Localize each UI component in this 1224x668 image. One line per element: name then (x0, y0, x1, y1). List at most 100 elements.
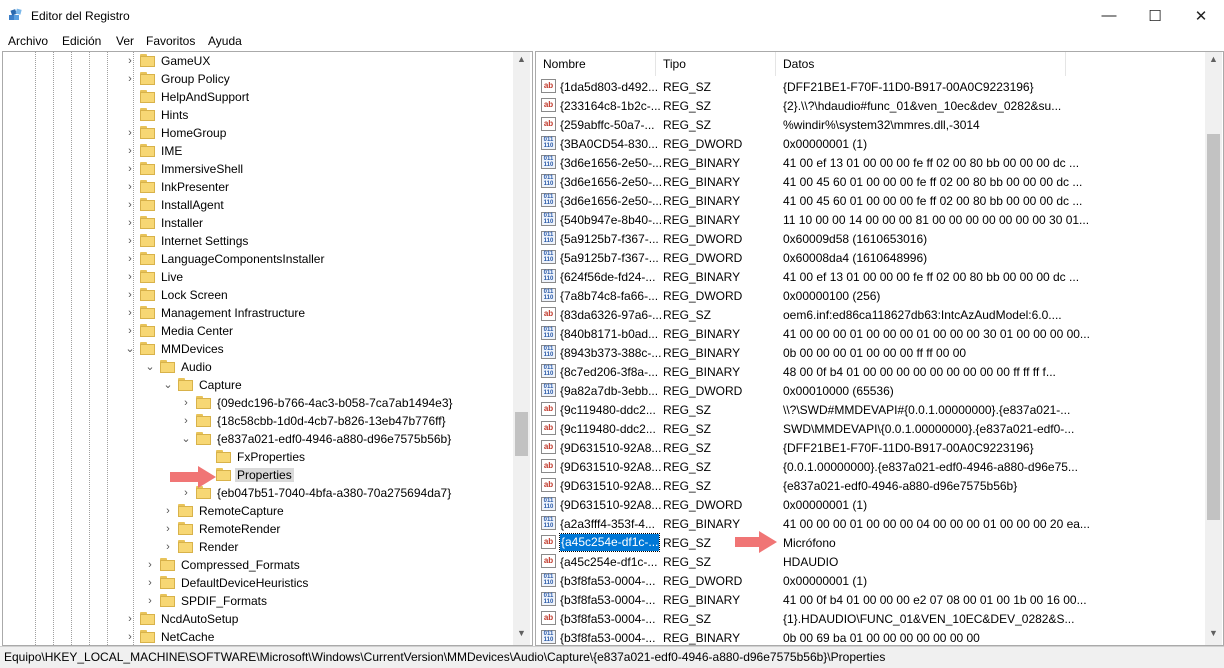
value-row[interactable]: 011 110 {5a9125b7-f367-... REG_DWORD 0x6000… (536, 248, 1206, 267)
value-row[interactable]: 011 110 {a2a3fff4-353f-4... REG_BINARY 41 0… (536, 514, 1206, 533)
tree-item[interactable]: › RemoteRender (3, 520, 513, 538)
value-row[interactable]: ab {259abffc-50a7-... REG_SZ %windir%\syste… (536, 115, 1206, 134)
tree-item[interactable]: HelpAndSupport (3, 88, 513, 106)
value-row[interactable]: ab {1da5d803-d492... REG_SZ {DFF21BE1-F70F-… (536, 77, 1206, 96)
menu-ayuda[interactable]: Ayuda (208, 34, 242, 48)
minimize-button[interactable]: — (1086, 0, 1132, 31)
tree-item[interactable]: › NetCache (3, 628, 513, 645)
chevron-right-icon[interactable]: › (145, 577, 155, 589)
tree-item[interactable]: › HomeGroup (3, 124, 513, 142)
value-row[interactable]: 011 110 {9D631510-92A8... REG_DWORD 0x00000… (536, 495, 1206, 514)
value-row[interactable]: ab {9D631510-92A8... REG_SZ {DFF21BE1-F70F-… (536, 438, 1206, 457)
tree-item[interactable]: › NcdAutoSetup (3, 610, 513, 628)
value-row[interactable]: ab {a45c254e-df1c-... REG_SZ Micrófono (536, 533, 1206, 552)
value-row[interactable]: 011 110 {3d6e1656-2e50-... REG_BINARY 41 00… (536, 153, 1206, 172)
value-row[interactable]: 011 110 {7a8b74c8-fa66-... REG_DWORD 0x0000… (536, 286, 1206, 305)
tree-scroll-thumb[interactable] (515, 412, 528, 456)
value-row[interactable]: ab {83da6326-97a6-... REG_SZ oem6.inf:ed86c… (536, 305, 1206, 324)
scroll-down-arrow-icon[interactable]: ▼ (1205, 628, 1222, 638)
chevron-right-icon[interactable]: › (125, 163, 135, 175)
value-row[interactable]: 011 110 {9a82a7db-3ebb... REG_DWORD 0x00010… (536, 381, 1206, 400)
tree-scrollbar[interactable]: ▲ ▼ (513, 52, 530, 645)
value-row[interactable]: 011 110 {b3f8fa53-0004-... REG_BINARY 0b 00… (536, 628, 1206, 645)
chevron-right-icon[interactable]: › (125, 289, 135, 301)
list-scroll-thumb[interactable] (1207, 134, 1220, 520)
value-row[interactable]: ab {9c119480-ddc2... REG_SZ SWD\MMDEVAPI\{0… (536, 419, 1206, 438)
value-row[interactable]: 011 110 {8943b373-388c-... REG_BINARY 0b 00… (536, 343, 1206, 362)
menu-favoritos[interactable]: Favoritos (146, 34, 195, 48)
chevron-right-icon[interactable]: › (125, 253, 135, 265)
tree-item[interactable]: › Group Policy (3, 70, 513, 88)
chevron-right-icon[interactable]: › (145, 595, 155, 607)
chevron-right-icon[interactable]: › (125, 271, 135, 283)
tree-item[interactable]: › Compressed_Formats (3, 556, 513, 574)
value-row[interactable]: 011 110 {b3f8fa53-0004-... REG_DWORD 0x0000… (536, 571, 1206, 590)
value-row[interactable]: 011 110 {8c7ed206-3f8a-... REG_BINARY 48 00… (536, 362, 1206, 381)
tree-item[interactable]: › Management Infrastructure (3, 304, 513, 322)
tree-item[interactable]: › InkPresenter (3, 178, 513, 196)
value-row[interactable]: ab {9D631510-92A8... REG_SZ {0.0.1.00000000… (536, 457, 1206, 476)
tree-item[interactable]: Hints (3, 106, 513, 124)
column-header-tipo[interactable]: Tipo (656, 52, 776, 76)
chevron-right-icon[interactable]: › (163, 505, 173, 517)
value-row[interactable]: 011 110 {3d6e1656-2e50-... REG_BINARY 41 00… (536, 191, 1206, 210)
chevron-right-icon[interactable]: › (125, 73, 135, 85)
value-row[interactable]: 011 110 {540b947e-8b40-... REG_BINARY 11 10… (536, 210, 1206, 229)
registry-tree[interactable]: › GameUX › Group Policy HelpAndSupport Hints ›… (2, 51, 533, 646)
chevron-right-icon[interactable]: › (181, 397, 191, 409)
column-header-nombre[interactable]: Nombre (536, 52, 656, 76)
maximize-button[interactable]: ☐ (1132, 0, 1178, 31)
tree-item[interactable]: › InstallAgent (3, 196, 513, 214)
tree-item[interactable]: ⌄ Audio (3, 358, 513, 376)
menu-edicion[interactable]: Edición (62, 34, 101, 48)
tree-item[interactable]: ⌄ MMDevices (3, 340, 513, 358)
value-row[interactable]: 011 110 {624f56de-fd24-... REG_BINARY 41 00… (536, 267, 1206, 286)
chevron-right-icon[interactable]: › (125, 307, 135, 319)
chevron-right-icon[interactable]: › (125, 199, 135, 211)
column-header-datos[interactable]: Datos (776, 52, 1066, 76)
value-row[interactable]: ab {b3f8fa53-0004-... REG_SZ {1}.HDAUDIO\FU… (536, 609, 1206, 628)
scroll-up-arrow-icon[interactable]: ▲ (513, 54, 530, 64)
chevron-right-icon[interactable]: › (145, 559, 155, 571)
scroll-up-arrow-icon[interactable]: ▲ (1205, 54, 1222, 64)
chevron-down-icon[interactable]: ⌄ (163, 379, 173, 391)
chevron-right-icon[interactable]: › (125, 127, 135, 139)
tree-item[interactable]: › Media Center (3, 322, 513, 340)
tree-item[interactable]: › Lock Screen (3, 286, 513, 304)
tree-item[interactable]: › RemoteCapture (3, 502, 513, 520)
chevron-right-icon[interactable]: › (163, 523, 173, 535)
chevron-right-icon[interactable]: › (181, 415, 191, 427)
value-row[interactable]: 011 110 {3BA0CD54-830... REG_DWORD 0x000000… (536, 134, 1206, 153)
chevron-down-icon[interactable]: ⌄ (181, 433, 191, 445)
chevron-right-icon[interactable]: › (125, 631, 135, 643)
chevron-right-icon[interactable]: › (181, 487, 191, 499)
tree-item[interactable]: › SPDIF_Formats (3, 592, 513, 610)
tree-item[interactable]: › LanguageComponentsInstaller (3, 250, 513, 268)
value-row[interactable]: ab {9D631510-92A8... REG_SZ {e837a021-edf0-… (536, 476, 1206, 495)
value-row[interactable]: ab {233164c8-1b2c-... REG_SZ {2}.\\?\hdaudi… (536, 96, 1206, 115)
tree-item[interactable]: › GameUX (3, 52, 513, 70)
tree-item[interactable]: › IME (3, 142, 513, 160)
chevron-right-icon[interactable]: › (125, 217, 135, 229)
chevron-down-icon[interactable]: ⌄ (145, 361, 155, 373)
tree-item[interactable]: › ImmersiveShell (3, 160, 513, 178)
tree-item[interactable]: FxProperties (3, 448, 513, 466)
chevron-right-icon[interactable]: › (125, 235, 135, 247)
tree-item[interactable]: › {09edc196-b766-4ac3-b058-7ca7ab1494e3} (3, 394, 513, 412)
chevron-right-icon[interactable]: › (125, 55, 135, 67)
chevron-right-icon[interactable]: › (125, 325, 135, 337)
value-row[interactable]: 011 110 {b3f8fa53-0004-... REG_BINARY 41 00… (536, 590, 1206, 609)
value-row[interactable]: 011 110 {840b8171-b0ad... REG_BINARY 41 00 … (536, 324, 1206, 343)
value-row[interactable]: 011 110 {5a9125b7-f367-... REG_DWORD 0x6000… (536, 229, 1206, 248)
menu-ver[interactable]: Ver (116, 34, 134, 48)
tree-item[interactable]: ⌄ Capture (3, 376, 513, 394)
scroll-down-arrow-icon[interactable]: ▼ (513, 628, 530, 638)
close-button[interactable]: ✕ (1178, 0, 1224, 31)
chevron-right-icon[interactable]: › (125, 145, 135, 157)
tree-item[interactable]: › Internet Settings (3, 232, 513, 250)
chevron-right-icon[interactable]: › (163, 541, 173, 553)
chevron-right-icon[interactable]: › (125, 613, 135, 625)
tree-item[interactable]: Properties (3, 466, 513, 484)
tree-item[interactable]: › {18c58cbb-1d0d-4cb7-b826-13eb47b776ff} (3, 412, 513, 430)
value-row[interactable]: 011 110 {3d6e1656-2e50-... REG_BINARY 41 00… (536, 172, 1206, 191)
